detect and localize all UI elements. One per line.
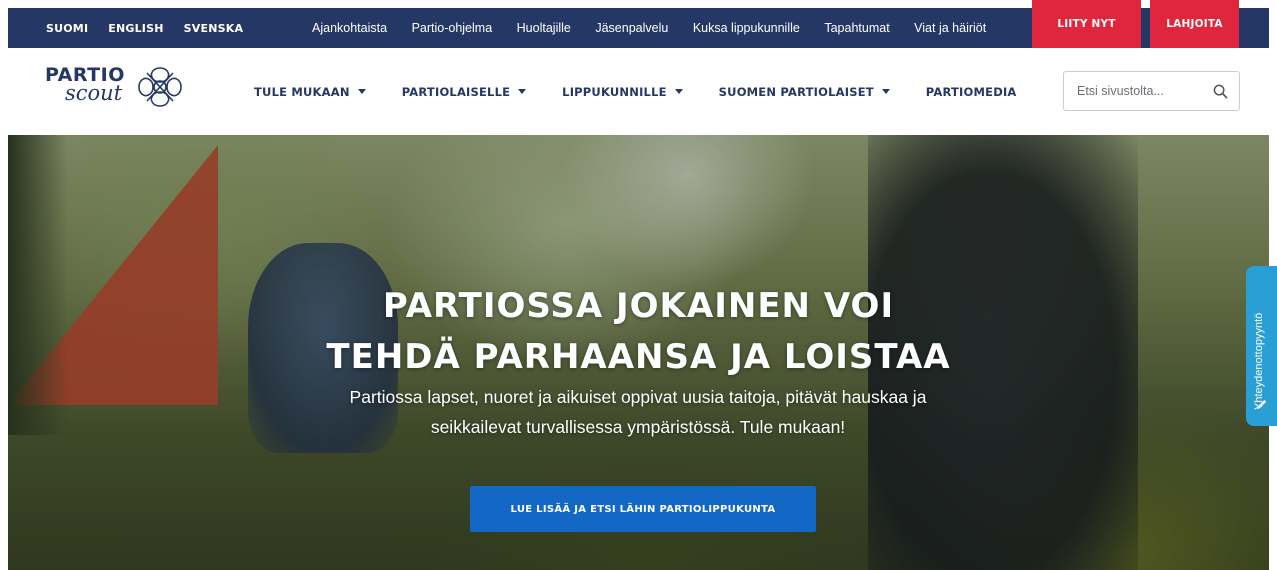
language-suomi[interactable]: SUOMI xyxy=(46,22,88,35)
scout-emblem-icon xyxy=(138,67,182,107)
primary-nav: TULE MUKAAN PARTIOLAISELLE LIPPUKUNNILLE… xyxy=(254,48,1017,135)
utility-links: Ajankohtaista Partio-ohjelma Huoltajille… xyxy=(312,8,1011,48)
nav-label: LIPPUKUNNILLE xyxy=(562,84,667,99)
hero-subtitle: Partiossa lapset, nuoret ja aikuiset opp… xyxy=(318,382,958,442)
link-huoltajille[interactable]: Huoltajille xyxy=(517,21,571,35)
language-svenska[interactable]: SVENSKA xyxy=(184,22,244,35)
nav-lippukunnille[interactable]: LIPPUKUNNILLE xyxy=(562,85,683,99)
link-ajankohtaista[interactable]: Ajankohtaista xyxy=(312,21,387,35)
caret-down-icon xyxy=(881,89,890,94)
hero-title-line-2: TEHDÄ PARHAANSA JA LOISTAA xyxy=(326,337,951,377)
join-button[interactable]: LIITY NYT xyxy=(1032,0,1141,48)
nav-tule-mukaan[interactable]: TULE MUKAAN xyxy=(254,85,366,99)
hero-banner: PARTIOSSA JOKAINEN VOI TEHDÄ PARHAANSA J… xyxy=(8,135,1269,570)
link-tapahtumat[interactable]: Tapahtumat xyxy=(824,21,889,35)
search-icon[interactable] xyxy=(1213,84,1228,99)
caret-down-icon xyxy=(674,89,683,94)
nav-partiomedia[interactable]: PARTIOMEDIA xyxy=(926,85,1017,99)
language-switcher: SUOMI ENGLISH SVENSKA xyxy=(8,8,263,48)
link-jasenpalvelu[interactable]: Jäsenpalvelu xyxy=(595,21,668,35)
link-partio-ohjelma[interactable]: Partio-ohjelma xyxy=(412,21,493,35)
logo-text-scout: scout xyxy=(65,81,123,105)
contact-request-tab[interactable]: Yhteydenottopyyntö xyxy=(1246,266,1277,426)
main-navigation: PARTIO scout TULE MUKAAN PARTIOLAISELLE … xyxy=(8,48,1269,135)
hero-title: PARTIOSSA JOKAINEN VOI TEHDÄ PARHAANSA J… xyxy=(8,281,1269,383)
partio-scout-logo[interactable]: PARTIO scout xyxy=(45,64,195,124)
caret-down-icon xyxy=(357,89,366,94)
nav-suomen-partiolaiset[interactable]: SUOMEN PARTIOLAISET xyxy=(719,85,890,99)
nav-label: TULE MUKAAN xyxy=(254,84,350,99)
hero-title-line-1: PARTIOSSA JOKAINEN VOI xyxy=(382,286,895,326)
link-kuksa-lippukunnille[interactable]: Kuksa lippukunnille xyxy=(693,21,800,35)
site-search xyxy=(1063,71,1240,111)
nav-label: PARTIOMEDIA xyxy=(925,84,1017,99)
nav-label: SUOMEN PARTIOLAISET xyxy=(718,84,874,99)
link-viat-ja-hairiot[interactable]: Viat ja häiriöt xyxy=(914,21,986,35)
nav-partiolaiselle[interactable]: PARTIOLAISELLE xyxy=(401,84,527,99)
hero-subtitle-line-2: seikkailevat turvallisessa ympäristössä.… xyxy=(430,417,846,437)
caret-down-icon xyxy=(518,89,527,94)
nav-label: PARTIOLAISELLE xyxy=(401,84,511,99)
find-troop-button[interactable]: LUE LISÄÄ JA ETSI LÄHIN PARTIOLIPPUKUNTA xyxy=(470,486,816,532)
language-english[interactable]: ENGLISH xyxy=(108,22,163,35)
pencil-icon xyxy=(1256,399,1267,410)
contact-request-label: Yhteydenottopyyntö xyxy=(1253,312,1265,410)
hero-subtitle-line-1: Partiossa lapset, nuoret ja aikuiset opp… xyxy=(349,387,927,407)
donate-button[interactable]: LAHJOITA xyxy=(1150,0,1239,48)
search-input[interactable] xyxy=(1064,72,1204,110)
